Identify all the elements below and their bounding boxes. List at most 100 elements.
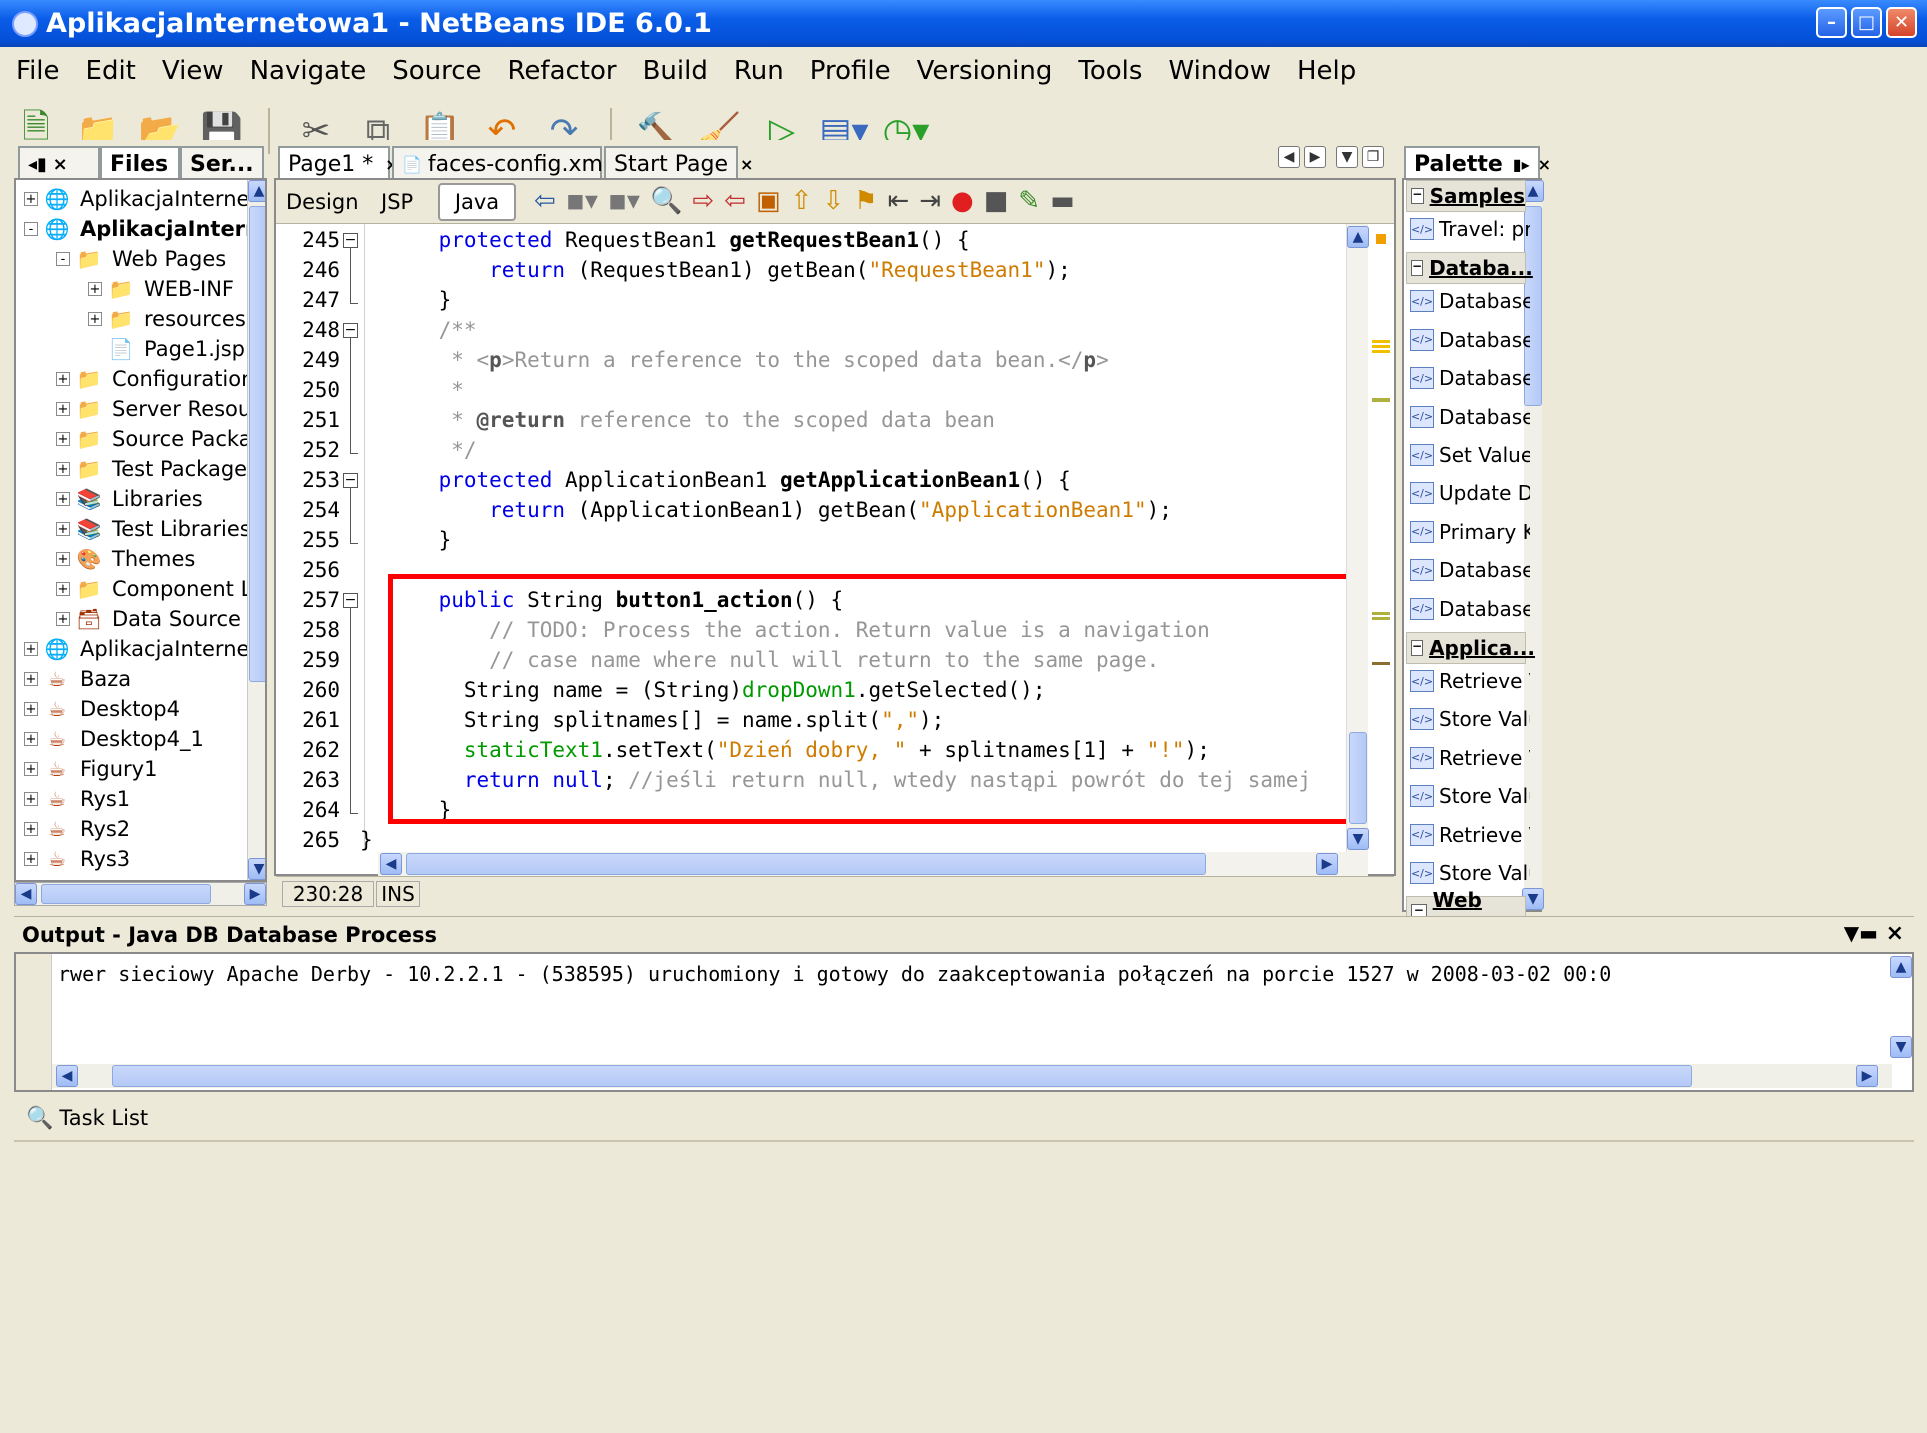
menu-view[interactable]: View xyxy=(162,56,224,86)
output-horizontal-scrollbar[interactable]: ◀ ▶ xyxy=(52,1064,1892,1088)
expand-icon[interactable]: + xyxy=(56,402,70,416)
tab-start-page[interactable]: Start Page × xyxy=(604,146,753,180)
palette-item[interactable]: </>Database F xyxy=(1410,402,1530,432)
prev-bookmark-icon[interactable]: ⇧ xyxy=(791,186,813,216)
menu-file[interactable]: File xyxy=(16,56,60,86)
find-next-icon[interactable]: ⇦ xyxy=(724,186,746,216)
close-button[interactable]: ✕ xyxy=(1886,7,1917,38)
tree-item[interactable]: -🌐 AplikacjaInterne xyxy=(16,214,248,244)
collapse-icon[interactable]: - xyxy=(24,222,38,236)
find-icon[interactable]: 🔍 xyxy=(650,186,682,216)
maximize-button[interactable]: □ xyxy=(1851,7,1882,38)
tab-list-icon[interactable]: ▼ xyxy=(1336,146,1358,168)
forward-icon[interactable]: ◾▾ xyxy=(608,186,640,216)
minimize-output-icon[interactable]: ▼▬ xyxy=(1844,921,1878,945)
tab-files[interactable]: Files xyxy=(100,146,180,180)
code-line-245[interactable]: protected RequestBean1 getRequestBean1()… xyxy=(388,228,970,252)
expand-icon[interactable]: + xyxy=(88,312,102,326)
tree-item[interactable]: + 📁 resources xyxy=(16,304,246,334)
code-line-252[interactable]: */ xyxy=(388,438,476,462)
editor-horizontal-scrollbar[interactable]: ◀ ▶ xyxy=(378,852,1368,876)
palette-item[interactable]: </>Store Value xyxy=(1410,858,1530,888)
collapse-icon[interactable]: − xyxy=(1411,260,1424,277)
collapse-icon[interactable]: − xyxy=(1411,640,1424,656)
tree-item[interactable]: + ☕ Baza xyxy=(16,664,131,694)
palette-item[interactable]: </>Database I xyxy=(1410,363,1530,393)
fold-collapse-icon[interactable]: − xyxy=(343,323,358,338)
code-line-247[interactable]: } xyxy=(388,288,452,312)
palette-item[interactable]: </>Update Da xyxy=(1410,478,1530,508)
tree-horizontal-scrollbar[interactable]: ◀ ▶ xyxy=(14,882,267,906)
expand-icon[interactable]: + xyxy=(24,192,38,206)
stop-macro-icon[interactable]: ■ xyxy=(984,186,1009,216)
code-line-251[interactable]: * @return reference to the scoped data b… xyxy=(388,408,995,432)
shift-right-icon[interactable]: ⇥ xyxy=(919,186,941,216)
tab-jsp[interactable]: JSP xyxy=(381,190,413,214)
expand-icon[interactable]: + xyxy=(24,732,38,746)
scroll-left-icon[interactable]: ◀ xyxy=(15,883,37,905)
code-line-249[interactable]: * <p>Return a reference to the scoped da… xyxy=(388,348,1109,372)
scroll-down-icon[interactable]: ▼ xyxy=(1347,828,1369,850)
fold-collapse-icon[interactable]: − xyxy=(343,593,358,608)
expand-icon[interactable]: + xyxy=(56,582,70,596)
scroll-down-icon[interactable]: ▼ xyxy=(1890,1036,1912,1058)
menu-window[interactable]: Window xyxy=(1168,56,1271,86)
expand-icon[interactable]: + xyxy=(24,762,38,776)
palette-item[interactable]: </>Database F xyxy=(1410,286,1530,316)
menu-source[interactable]: Source xyxy=(392,56,481,86)
palette-item[interactable]: </>Retrieve V. xyxy=(1410,820,1530,850)
code-line-253[interactable]: protected ApplicationBean1 getApplicatio… xyxy=(388,468,1071,492)
tree-item[interactable]: + ☕ Rys3 xyxy=(16,844,130,874)
editor-scroll-thumb[interactable] xyxy=(1349,732,1367,824)
tree-item[interactable]: + 📁 Server Resourc xyxy=(16,394,248,424)
scroll-right-icon[interactable]: ▶ xyxy=(1316,853,1338,875)
menu-versioning[interactable]: Versioning xyxy=(917,56,1053,86)
palette-item[interactable]: </>Retrieve V. xyxy=(1410,743,1530,773)
fold-collapse-icon[interactable]: − xyxy=(343,473,358,488)
close-panel-icon[interactable]: × xyxy=(1538,155,1551,174)
expand-icon[interactable]: + xyxy=(24,852,38,866)
close-output-icon[interactable]: × xyxy=(1886,921,1904,946)
expand-icon[interactable]: + xyxy=(56,372,70,386)
expand-icon[interactable]: + xyxy=(56,432,70,446)
tab-faces-config[interactable]: 📄faces-config.xml× xyxy=(392,146,634,180)
tree-item[interactable]: + 📁 Source Package xyxy=(16,424,248,454)
tree-item[interactable]: + ☕ Figury1 xyxy=(16,754,157,784)
menu-profile[interactable]: Profile xyxy=(810,56,891,86)
output-hscroll-thumb[interactable] xyxy=(112,1065,1692,1087)
palette-item[interactable]: </>Set Value f xyxy=(1410,440,1530,470)
tree-item[interactable]: 📄 Page1.jsp xyxy=(16,334,245,364)
expand-icon[interactable]: + xyxy=(56,552,70,566)
shift-left-icon[interactable]: ⇤ xyxy=(887,186,909,216)
collapse-icon[interactable]: − xyxy=(1411,188,1424,204)
expand-icon[interactable]: + xyxy=(88,282,102,296)
code-line-255[interactable]: } xyxy=(388,528,452,552)
scroll-right-icon[interactable]: ▶ xyxy=(244,883,266,905)
close-tab-icon[interactable]: × xyxy=(740,155,753,174)
palette-category[interactable]: − Applica... xyxy=(1406,632,1535,664)
menu-run[interactable]: Run xyxy=(734,56,784,86)
restore-window-icon[interactable]: ❐ xyxy=(1362,146,1384,168)
tab-java[interactable]: Java xyxy=(438,183,516,221)
palette-category[interactable]: − Samples xyxy=(1406,180,1526,212)
expand-icon[interactable]: + xyxy=(24,672,38,686)
tab-scroll-right-icon[interactable]: ▶ xyxy=(1304,146,1326,168)
tree-item[interactable]: + 🗃 Data Source Re xyxy=(16,604,248,634)
code-line-246[interactable]: return (RequestBean1) getBean("RequestBe… xyxy=(388,258,1071,282)
tree-item[interactable]: + ☕ Rys1 xyxy=(16,784,130,814)
minimize-button[interactable]: – xyxy=(1816,7,1847,38)
palette-item[interactable]: </>Primary Ke xyxy=(1410,517,1530,547)
code-line-265[interactable]: } xyxy=(360,828,373,852)
expand-icon[interactable]: + xyxy=(56,462,70,476)
tab-design[interactable]: Design xyxy=(286,190,359,214)
palette-item[interactable]: </>Store Value xyxy=(1410,704,1530,734)
uncomment-icon[interactable]: ▬ xyxy=(1050,186,1075,216)
tree-item[interactable]: + 📁 Component Libr xyxy=(16,574,248,604)
menu-navigate[interactable]: Navigate xyxy=(250,56,367,86)
start-macro-icon[interactable]: ● xyxy=(951,186,974,216)
next-bookmark-icon[interactable]: ⇩ xyxy=(822,186,844,216)
menu-build[interactable]: Build xyxy=(643,56,708,86)
tree-item[interactable]: + ☕ Rys2 xyxy=(16,814,130,844)
tree-hscroll-thumb[interactable] xyxy=(41,884,211,904)
expand-icon[interactable]: + xyxy=(24,702,38,716)
